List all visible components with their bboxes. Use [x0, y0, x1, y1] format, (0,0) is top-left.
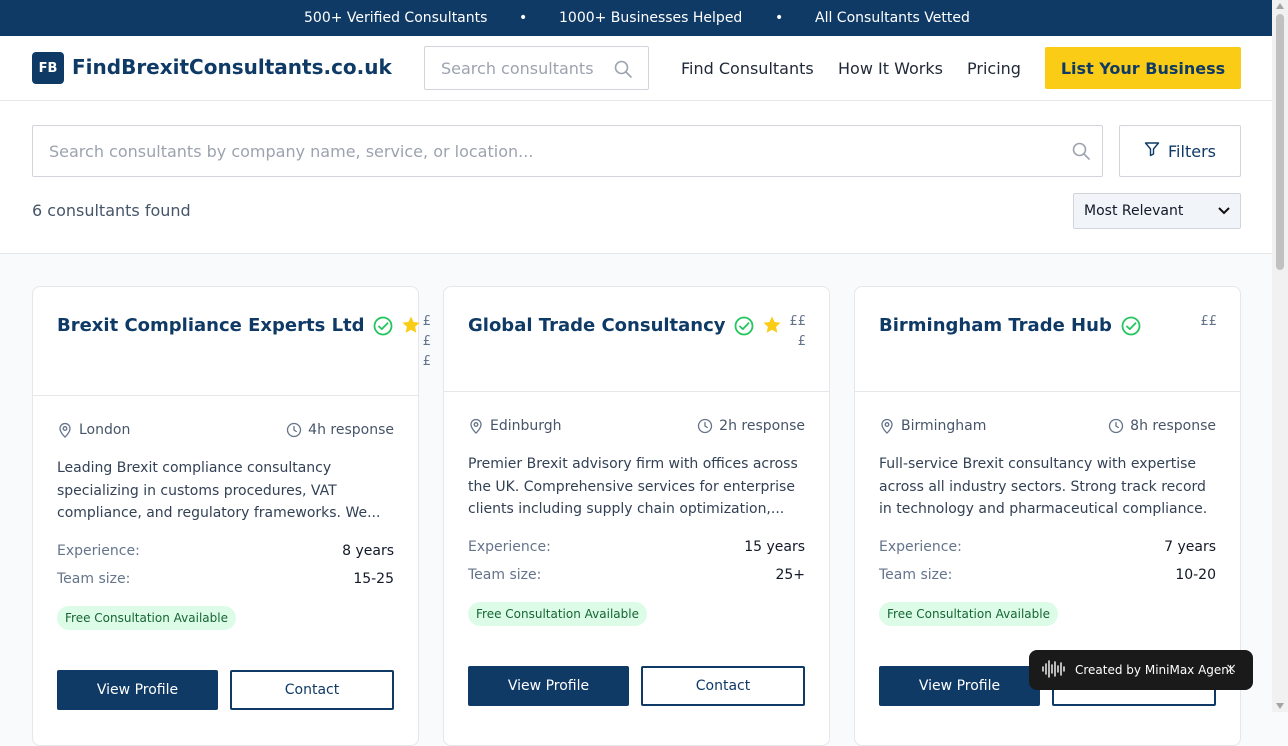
separator: • — [519, 10, 528, 26]
filter-icon — [1144, 141, 1160, 161]
response-time: 8h response — [1108, 418, 1216, 434]
view-profile-button[interactable]: View Profile — [57, 670, 218, 710]
separator: • — [775, 10, 784, 26]
response-label: 8h response — [1130, 418, 1216, 434]
main-search-input[interactable] — [33, 126, 1053, 176]
description: Premier Brexit advisory firm with office… — [468, 456, 798, 517]
location: Birmingham — [879, 418, 986, 434]
search-toolbar: Filters 6 consultants found Most Relevan… — [0, 101, 1272, 254]
logo-icon[interactable]: FB — [32, 52, 64, 84]
response-label: 2h response — [719, 418, 805, 434]
search-icon[interactable] — [613, 59, 633, 83]
team-size-value: 15-25 — [353, 571, 394, 587]
search-icon[interactable] — [1071, 141, 1091, 165]
team-size-row: Team size: 10-20 — [879, 567, 1216, 583]
clock-icon — [1109, 418, 1124, 434]
sort-selected: Most Relevant — [1084, 203, 1184, 219]
view-profile-button[interactable]: View Profile — [468, 666, 629, 706]
experience-row: Experience: 15 years — [468, 539, 805, 555]
star-icon — [762, 315, 782, 339]
team-size-value: 10-20 — [1175, 567, 1216, 583]
location-label: London — [79, 422, 131, 438]
toast-text: Created by MiniMax Agent — [1075, 663, 1234, 677]
price-level: £ £ £ — [422, 314, 431, 369]
verified-icon — [734, 316, 754, 340]
free-consultation-badge: Free Consultation Available — [468, 602, 647, 626]
sort-select[interactable]: Most Relevant — [1073, 193, 1241, 229]
filters-button[interactable]: Filters — [1119, 125, 1241, 177]
view-profile-button[interactable]: View Profile — [879, 666, 1040, 706]
main-search[interactable] — [32, 125, 1103, 177]
location: Edinburgh — [468, 418, 562, 434]
description: Leading Brexit compliance consultancy sp… — [57, 460, 381, 521]
consultant-card[interactable]: Brexit Compliance Experts Ltd £ £ £ Lond… — [32, 286, 431, 746]
list-your-business-button[interactable]: List Your Business — [1045, 47, 1241, 89]
contact-button[interactable]: Contact — [641, 666, 805, 706]
scrollbar-thumb[interactable] — [1276, 14, 1284, 270]
clock-icon — [698, 418, 713, 434]
map-pin-icon — [59, 422, 71, 438]
free-consultation-badge: Free Consultation Available — [879, 602, 1058, 626]
map-pin-icon — [881, 418, 893, 434]
company-name[interactable]: Brexit Compliance Experts Ltd — [57, 315, 365, 336]
divider — [444, 391, 829, 392]
verified-icon — [1121, 316, 1141, 340]
company-name[interactable]: Global Trade Consultancy — [468, 315, 726, 336]
close-icon[interactable]: × — [1225, 661, 1237, 677]
free-consultation-badge: Free Consultation Available — [57, 606, 236, 630]
response-time: 2h response — [697, 418, 805, 434]
result-count: 6 consultants found — [32, 201, 191, 220]
response-time: 4h response — [286, 422, 394, 438]
location: London — [57, 422, 130, 438]
map-pin-icon — [470, 418, 482, 434]
experience-value: 15 years — [744, 539, 805, 555]
star-icon — [401, 315, 421, 339]
scrollbar[interactable] — [1272, 0, 1288, 712]
announcement-bar: 500+ Verified Consultants • 1000+ Busine… — [0, 0, 1288, 36]
header-search-input[interactable] — [425, 47, 605, 89]
team-size-value: 25+ — [775, 567, 805, 583]
chevron-down-icon — [1218, 203, 1230, 219]
clock-icon — [287, 422, 302, 438]
price-level: ££ £ — [789, 314, 806, 349]
location-label: Edinburgh — [490, 418, 562, 434]
scroll-down-icon[interactable] — [1276, 703, 1284, 709]
site-header: FB FindBrexitConsultants.co.uk Find Cons… — [0, 36, 1288, 101]
verified-icon — [373, 316, 393, 340]
logo-text[interactable]: FindBrexitConsultants.co.uk — [72, 55, 392, 79]
company-name[interactable]: Birmingham Trade Hub — [879, 315, 1112, 336]
waveform-icon — [1041, 659, 1067, 681]
response-label: 4h response — [308, 422, 394, 438]
stat-businesses: 1000+ Businesses Helped — [559, 10, 743, 26]
stat-vetted: All Consultants Vetted — [815, 10, 970, 26]
divider — [855, 391, 1240, 392]
header-search[interactable] — [424, 46, 649, 90]
location-label: Birmingham — [901, 418, 987, 434]
scroll-up-icon[interactable] — [1276, 3, 1284, 9]
price-level: ££ — [1200, 314, 1217, 329]
experience-row: Experience: 7 years — [879, 539, 1216, 555]
stat-verified: 500+ Verified Consultants — [304, 10, 488, 26]
experience-value: 7 years — [1164, 539, 1216, 555]
filters-label: Filters — [1168, 141, 1216, 161]
minimax-toast: Created by MiniMax Agent × — [1029, 650, 1253, 690]
description: Full-service Brexit consultancy with exp… — [879, 456, 1208, 517]
team-size-row: Team size: 25+ — [468, 567, 805, 583]
experience-value: 8 years — [342, 543, 394, 559]
consultant-card[interactable]: Global Trade Consultancy ££ £ Edinburgh … — [443, 286, 830, 746]
experience-row: Experience: 8 years — [57, 543, 394, 559]
divider — [33, 395, 418, 396]
nav-how-it-works[interactable]: How It Works — [838, 59, 943, 78]
nav-pricing[interactable]: Pricing — [967, 59, 1021, 78]
team-size-row: Team size: 15-25 — [57, 571, 394, 587]
nav-find-consultants[interactable]: Find Consultants — [681, 59, 814, 78]
contact-button[interactable]: Contact — [230, 670, 394, 710]
